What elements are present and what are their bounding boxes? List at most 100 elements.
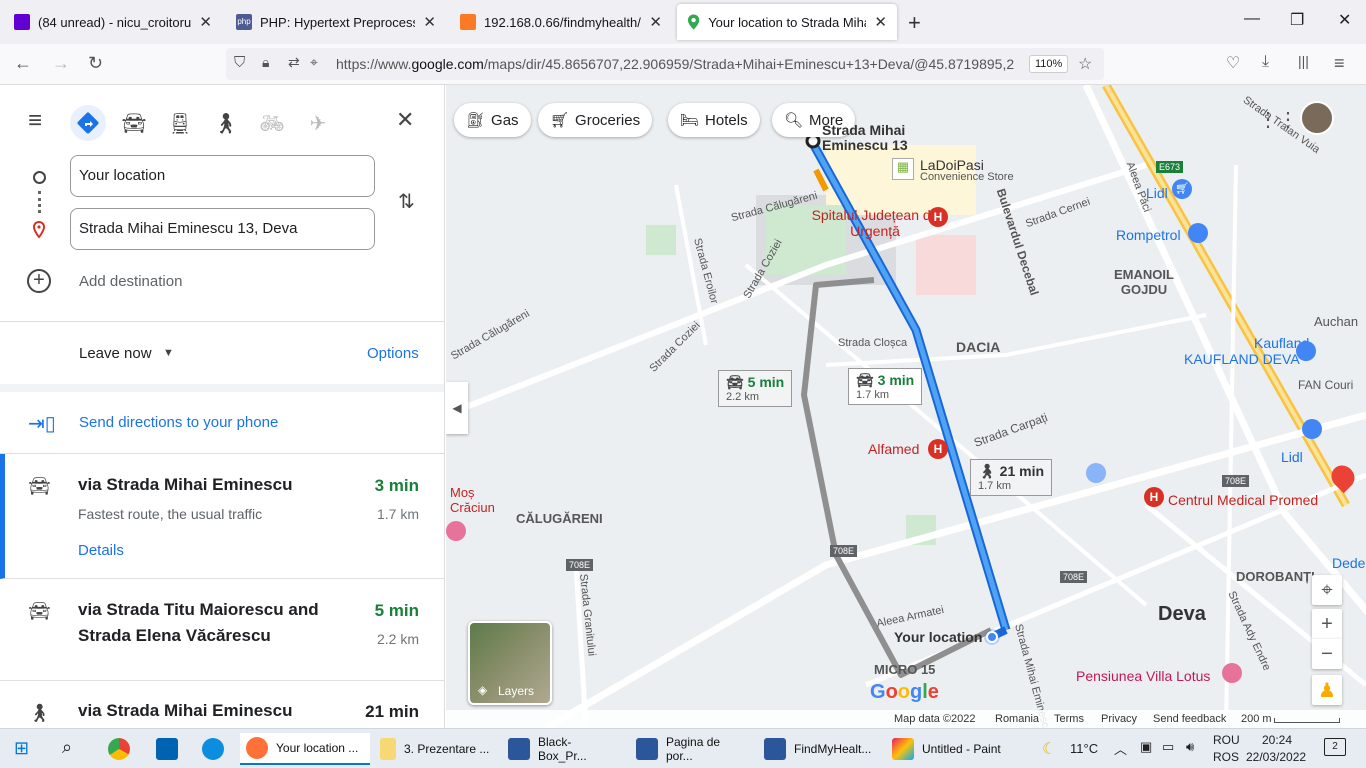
downloads-icon[interactable]: ⤓ <box>1262 53 1269 71</box>
route-option-1[interactable]: 🚘︎ via Strada Mihai Eminescu 3 min Faste… <box>0 454 444 579</box>
send-to-phone-icon[interactable]: ⇥▯ <box>28 411 56 436</box>
network-icon[interactable]: ▣ <box>1140 739 1152 755</box>
map-canvas[interactable]: ⛽︎ Gas 🛒︎ Groceries 🛏︎ Hotels 🔍︎ More ⋮⋮⋮ ◀ … <box>446 85 1366 728</box>
keyboard-layout[interactable]: ROS <box>1213 750 1239 764</box>
pocket-icon[interactable]: ♡ <box>1226 53 1240 73</box>
hotel-icon[interactable] <box>1222 663 1242 683</box>
close-tab-icon[interactable]: ✕ <box>423 13 436 31</box>
transit-mode-button[interactable]: 🚆︎ <box>162 105 198 141</box>
poi-auchan[interactable]: Auchan <box>1314 314 1358 329</box>
taskbar-word-2[interactable]: Pagina de por... <box>630 733 754 765</box>
language-code[interactable]: ROU <box>1213 733 1240 747</box>
restore-icon[interactable]: ❐ <box>1290 10 1304 30</box>
chip-gas[interactable]: ⛽︎ Gas <box>454 103 531 137</box>
close-tab-icon[interactable]: ✕ <box>874 13 887 31</box>
chip-hotels[interactable]: 🛏︎ Hotels <box>668 103 760 137</box>
clock-time[interactable]: 20:24 <box>1262 733 1292 747</box>
reload-icon[interactable]: ↻ <box>88 53 103 74</box>
swap-icon[interactable]: ⇅ <box>398 189 415 214</box>
close-tab-icon[interactable]: ✕ <box>649 13 662 31</box>
poi-alfamed[interactable]: Alfamed <box>868 441 919 457</box>
menu-icon[interactable]: ≡ <box>1334 53 1345 74</box>
hospital-icon[interactable]: H <box>1144 487 1164 507</box>
search-icon[interactable]: ⌕ <box>62 737 72 758</box>
origin-input[interactable]: Your location <box>70 155 375 197</box>
hospital-icon[interactable]: H <box>928 207 948 227</box>
store-icon[interactable] <box>156 738 178 760</box>
tab-google-maps[interactable]: Your location to Strada Mihai Em ✕ <box>677 4 897 40</box>
taskbar-paint[interactable]: Untitled - Paint <box>886 733 1010 765</box>
poi-pensiunea[interactable]: Pensiunea Villa Lotus <box>1076 668 1210 684</box>
close-tab-icon[interactable]: ✕ <box>199 13 212 31</box>
bus-station-icon[interactable] <box>1086 463 1106 483</box>
poi-centrul-medical[interactable]: Centrul Medical Promed <box>1168 492 1318 508</box>
poi-rompetrol[interactable]: Rompetrol <box>1116 227 1181 243</box>
hotel-icon[interactable] <box>446 521 466 541</box>
battery-icon[interactable]: ▭ <box>1162 739 1174 755</box>
shield-icon[interactable]: ⛉ <box>234 54 245 71</box>
poi-lidl[interactable]: Lidl <box>1281 449 1303 465</box>
hospital-icon[interactable]: H <box>928 439 948 459</box>
route-option-3[interactable]: 🚶︎ via Strada Mihai Eminescu 21 min <box>0 681 444 728</box>
poi-fan-courier[interactable]: FAN Couri <box>1298 378 1353 392</box>
forward-icon[interactable]: → <box>52 53 70 74</box>
taskbar-word-3[interactable]: FindMyHealt... <box>758 733 882 765</box>
walking-mode-button[interactable]: 🚶︎ <box>208 105 244 141</box>
notifications-icon[interactable]: 2 <box>1324 738 1346 756</box>
destination-input[interactable]: Strada Mihai Eminescu 13, Deva <box>70 208 375 250</box>
store-icon[interactable]: ▦ <box>892 158 914 180</box>
add-destination-icon[interactable]: + <box>27 269 51 293</box>
best-travel-mode-button[interactable] <box>70 105 106 141</box>
close-window-icon[interactable]: ✕ <box>1338 10 1351 30</box>
send-directions-link[interactable]: Send directions to your phone <box>79 414 278 431</box>
shopping-bag-icon[interactable] <box>1296 341 1316 361</box>
leave-now-dropdown[interactable]: Leave now <box>79 345 152 362</box>
country-link[interactable]: Romania <box>995 713 1039 725</box>
privacy-link[interactable]: Privacy <box>1101 713 1137 725</box>
url-text[interactable]: https://www.google.com/maps/dir/45.86567… <box>336 56 1026 72</box>
dropdown-arrow-icon[interactable]: ▼ <box>163 347 174 359</box>
poi-dede[interactable]: Dede <box>1332 555 1365 571</box>
terms-link[interactable]: Terms <box>1054 713 1084 725</box>
taskbar-firefox[interactable]: Your location ... <box>240 733 370 765</box>
avatar[interactable] <box>1300 101 1334 135</box>
collapse-panel-button[interactable]: ◀ <box>446 382 468 434</box>
minimize-icon[interactable]: — <box>1244 10 1260 28</box>
gas-station-icon[interactable] <box>1188 223 1208 243</box>
zoom-out-button[interactable]: − <box>1312 639 1342 669</box>
driving-mode-button[interactable]: 🚘︎ <box>116 105 152 141</box>
route-bubble-walking[interactable]: 🚶︎ 21 min 1.7 km <box>970 459 1053 496</box>
tab-findmyhealth[interactable]: 192.168.0.66/findmyhealth/view ✕ <box>450 0 672 44</box>
zoom-in-button[interactable]: + <box>1312 609 1342 639</box>
volume-icon[interactable]: 🔊︎ <box>1186 739 1194 755</box>
library-icon[interactable]: ||| <box>1298 53 1309 69</box>
layers-button[interactable]: ◈ Layers <box>468 621 552 705</box>
weather-moon-icon[interactable]: ☾ <box>1042 739 1056 759</box>
close-directions-icon[interactable]: ✕ <box>396 107 414 133</box>
cycling-mode-button[interactable]: 🚲︎ <box>254 105 290 141</box>
options-button[interactable]: Options <box>367 345 419 362</box>
tab-mail[interactable]: (84 unread) - nicu_croitoru@ya ✕ <box>4 0 222 44</box>
location-permission-icon[interactable]: ⌖ <box>310 54 318 71</box>
new-tab-icon[interactable]: + <box>908 10 921 36</box>
weather-temp[interactable]: 11°C <box>1070 741 1098 756</box>
poi-spital[interactable]: Spitalul Județean de Urgență <box>810 207 940 239</box>
shopping-cart-icon[interactable]: 🛒︎ <box>1172 179 1192 199</box>
street-view-button[interactable]: ♟ <box>1312 675 1342 705</box>
poi-mos[interactable]: Moș Crăciun <box>450 485 495 515</box>
tab-php[interactable]: php PHP: Hypertext Preprocessor ✕ <box>226 0 446 44</box>
route-bubble-alternate[interactable]: 🚘︎ 5 min 2.2 km <box>718 370 793 407</box>
hamburger-menu-icon[interactable]: ≡ <box>28 107 42 135</box>
bookmark-star-icon[interactable]: ☆ <box>1078 54 1092 74</box>
details-link[interactable]: Details <box>78 542 124 559</box>
permissions-icon[interactable]: ⇄ <box>288 54 300 71</box>
add-destination-link[interactable]: Add destination <box>79 273 182 290</box>
route-bubble-fastest[interactable]: 🚘︎ 3 min 1.7 km <box>848 368 923 405</box>
flight-mode-button[interactable]: ✈︎ <box>300 105 336 141</box>
scale-label[interactable]: 200 m <box>1241 713 1272 725</box>
send-feedback-link[interactable]: Send feedback <box>1153 713 1226 725</box>
lock-icon[interactable]: 🔒︎ <box>262 54 269 71</box>
poi-kaufland-deva[interactable]: KAUFLAND DEVA <box>1184 351 1300 367</box>
address-bar[interactable]: ⛉ 🔒︎ ⇄ ⌖ https://www.google.com/maps/dir… <box>226 48 1104 80</box>
edge-icon[interactable] <box>202 738 224 760</box>
